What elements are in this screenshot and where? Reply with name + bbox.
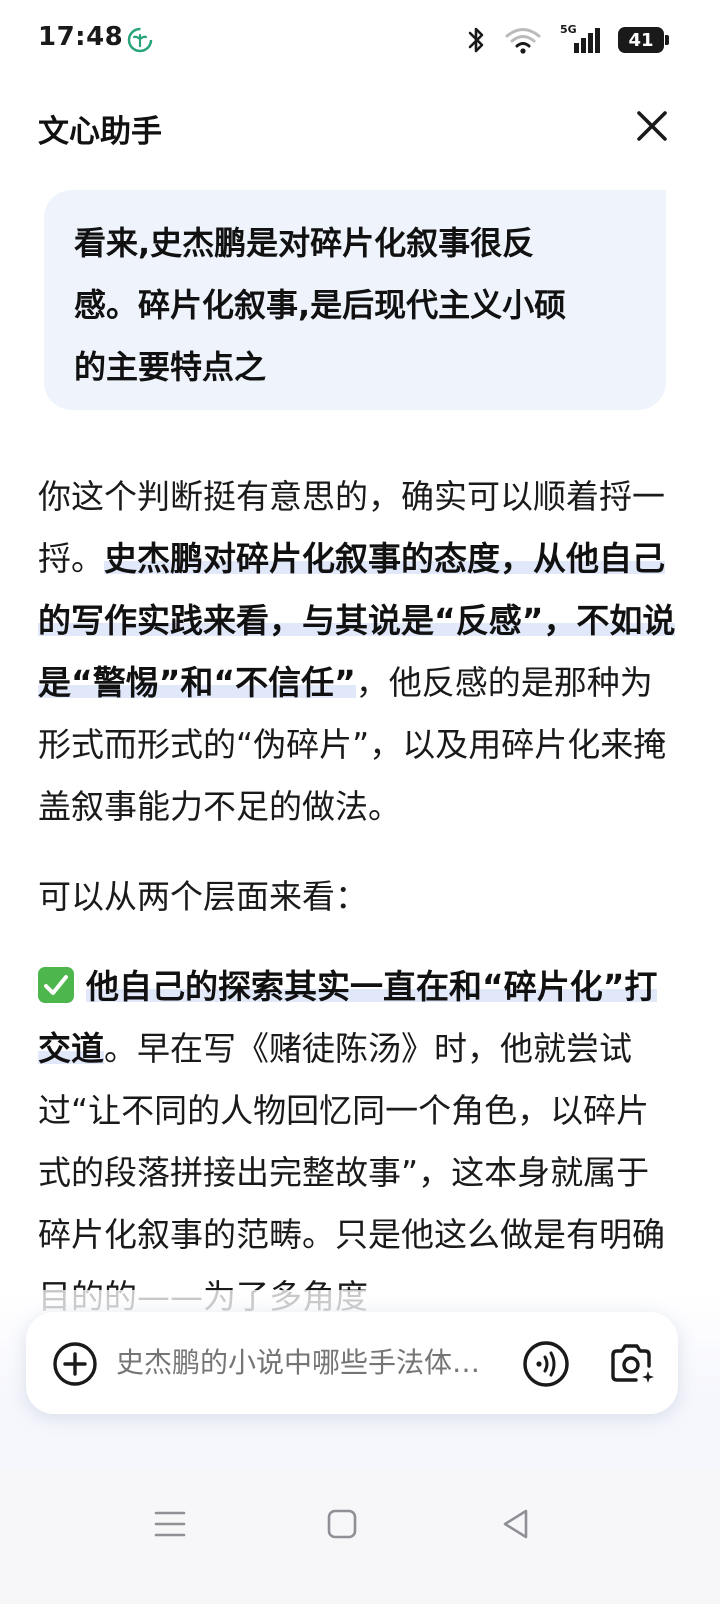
user-message-line: 看来,史杰鹏是对碎片化叙事很反 — [74, 224, 535, 262]
battery-icon: 41 — [618, 27, 669, 53]
menu-icon[interactable] — [148, 1502, 192, 1546]
assistant-reply: 你这个判断挺有意思的，确实可以顺着捋一捋。史杰鹏对碎片化叙事的态度，从他自己的写… — [38, 466, 678, 1328]
chat-input[interactable] — [116, 1340, 516, 1386]
home-icon[interactable] — [320, 1502, 364, 1546]
user-message-line: 感。碎片化叙事,是后现代主义小硕 — [74, 286, 567, 324]
reply-paragraph-3: 他自己的探索其实一直在和“碎片化”打交道。早在写《赌徒陈汤》时，他就尝试过“让不… — [38, 956, 678, 1328]
bluetooth-icon — [468, 27, 484, 53]
user-message-bubble: 看来,史杰鹏是对碎片化叙事很反 感。碎片化叙事,是后现代主义小硕 的主要特点之 — [44, 190, 666, 410]
back-icon[interactable] — [494, 1502, 538, 1546]
system-nav-bar — [0, 1470, 720, 1604]
user-message-line: 的主要特点之 — [74, 348, 267, 386]
status-icons: 5G 41 — [466, 23, 669, 56]
plus-icon[interactable] — [52, 1341, 98, 1387]
reply-paragraph-2: 可以从两个层面来看： — [38, 877, 368, 916]
close-icon[interactable] — [630, 104, 674, 148]
cellular-signal-icon: 5G — [560, 23, 600, 55]
reply-text: 。早在写《赌徒陈汤》时，他就尝试过“让不同的人物回忆同一个角色，以碎片式的段落拼… — [38, 1029, 665, 1316]
chat-input-bar — [26, 1312, 678, 1414]
status-time: 17:48 — [38, 22, 124, 52]
reply-paragraph-1: 你这个判断挺有意思的，确实可以顺着捋一捋。史杰鹏对碎片化叙事的态度，从他自己的写… — [38, 466, 678, 838]
camera-icon[interactable] — [606, 1338, 656, 1388]
check-mark-icon — [38, 967, 74, 1003]
status-bar: 17:48 5G 41 — [0, 0, 720, 80]
page-title: 文心助手 — [38, 114, 162, 150]
wifi-icon — [505, 28, 541, 54]
battery-level: 41 — [628, 29, 654, 51]
app-leaf-icon — [127, 27, 153, 53]
header: 文心助手 — [0, 90, 720, 166]
voice-icon[interactable] — [522, 1340, 570, 1388]
